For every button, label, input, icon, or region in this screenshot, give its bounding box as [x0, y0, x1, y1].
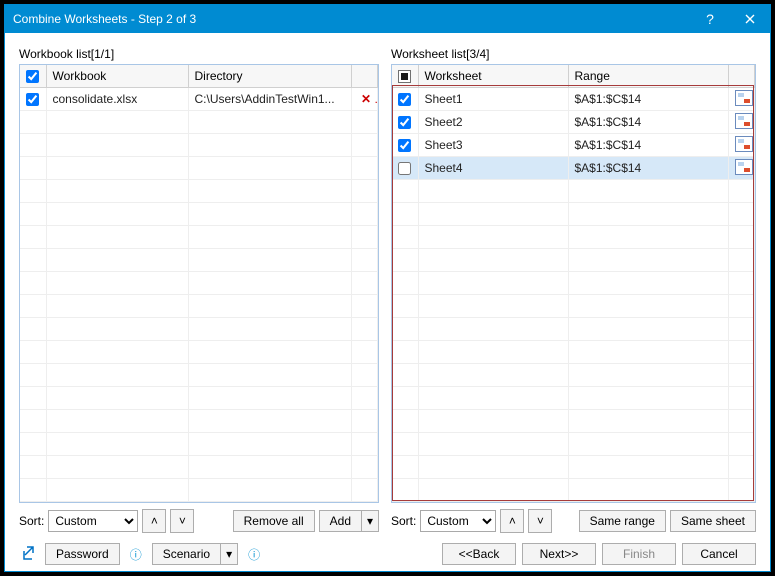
info-icon[interactable]: ⓘ	[244, 546, 264, 563]
remove-row-button[interactable]: ✕	[358, 92, 374, 106]
worksheet-header-check[interactable]	[392, 65, 418, 88]
worksheet-header-name[interactable]: Worksheet	[418, 65, 568, 88]
share-icon[interactable]	[19, 545, 39, 564]
same-range-button[interactable]: Same range	[579, 510, 666, 532]
chevron-down-icon: ˅	[179, 514, 186, 528]
workbook-sort-select[interactable]: Custom	[48, 510, 138, 532]
worksheet-toolbar: Sort: Custom ˄ ˅ Same range Same sheet	[391, 509, 756, 533]
window-title: Combine Worksheets - Step 2 of 3	[5, 12, 690, 26]
range-picker-icon[interactable]	[735, 136, 753, 152]
scenario-dropdown-caret[interactable]: ▾	[220, 543, 238, 565]
workbook-dir-cell: C:\Users\AddinTestWin1...	[188, 88, 352, 111]
table-row[interactable]: Sheet3$A$1:$C$14	[392, 134, 755, 157]
table-row[interactable]: consolidate.xlsxC:\Users\AddinTestWin1..…	[20, 88, 378, 111]
password-button[interactable]: Password	[45, 543, 120, 565]
add-button-group: Add ▾	[319, 510, 379, 532]
add-dropdown-caret[interactable]: ▾	[361, 510, 379, 532]
worksheet-panel: Worksheet list[3/4] Worksheet Range	[391, 47, 756, 533]
worksheet-name-cell: Sheet2	[418, 111, 568, 134]
chevron-up-icon: ˄	[509, 514, 516, 528]
range-picker-icon[interactable]	[735, 113, 753, 129]
caret-down-icon: ▾	[367, 514, 373, 528]
workbook-move-up-button[interactable]: ˄	[142, 509, 166, 533]
row-checkbox[interactable]	[398, 116, 411, 129]
bottom-bar: Password ⓘ Scenario ▾ ⓘ <<Back Next>> Fi…	[19, 533, 756, 576]
cancel-button[interactable]: Cancel	[682, 543, 756, 565]
same-sheet-button[interactable]: Same sheet	[670, 510, 756, 532]
table-row[interactable]: Sheet1$A$1:$C$14	[392, 88, 755, 111]
worksheet-name-cell: Sheet3	[418, 134, 568, 157]
scenario-button-group: Scenario ▾	[152, 543, 238, 565]
worksheet-range-cell: $A$1:$C$14	[568, 111, 729, 134]
dialog-window: Combine Worksheets - Step 2 of 3 ? Workb…	[4, 4, 771, 572]
table-row[interactable]: Sheet4$A$1:$C$14	[392, 157, 755, 180]
worksheet-panel-label: Worksheet list[3/4]	[391, 47, 756, 61]
worksheet-range-cell: $A$1:$C$14	[568, 88, 729, 111]
worksheet-move-down-button[interactable]: ˅	[528, 509, 552, 533]
close-icon	[745, 14, 755, 24]
workbook-sort-label: Sort:	[19, 514, 44, 528]
table-row[interactable]: Sheet2$A$1:$C$14	[392, 111, 755, 134]
range-picker-icon[interactable]	[735, 90, 753, 106]
checkbox-indeterminate-icon	[398, 70, 411, 83]
caret-down-icon: ▾	[226, 547, 232, 561]
chevron-up-icon: ˄	[151, 514, 158, 528]
worksheet-range-cell: $A$1:$C$14	[568, 157, 729, 180]
range-picker-icon[interactable]	[735, 159, 753, 175]
remove-all-button[interactable]: Remove all	[233, 510, 315, 532]
finish-button[interactable]: Finish	[602, 543, 676, 565]
worksheet-sort-select[interactable]: Custom	[420, 510, 496, 532]
next-button[interactable]: Next>>	[522, 543, 596, 565]
worksheet-sort-label: Sort:	[391, 514, 416, 528]
worksheet-range-cell: $A$1:$C$14	[568, 134, 729, 157]
chevron-down-icon: ˅	[537, 514, 544, 528]
worksheet-grid[interactable]: Worksheet Range Sheet1$A$1:$C$14Sheet2$A…	[391, 64, 756, 503]
workbook-grid[interactable]: Workbook Directory consolidate.xlsxC:\Us…	[19, 64, 379, 503]
workbook-name-cell: consolidate.xlsx	[46, 88, 188, 111]
worksheet-name-cell: Sheet1	[418, 88, 568, 111]
worksheet-move-up-button[interactable]: ˄	[500, 509, 524, 533]
row-checkbox[interactable]	[398, 162, 411, 175]
row-checkbox[interactable]	[26, 93, 39, 106]
titlebar: Combine Worksheets - Step 2 of 3 ?	[5, 5, 770, 33]
worksheet-name-cell: Sheet4	[418, 157, 568, 180]
workbook-move-down-button[interactable]: ˅	[170, 509, 194, 533]
workbook-toolbar: Sort: Custom ˄ ˅ Remove all Add ▾	[19, 509, 379, 533]
workbook-header-check[interactable]	[20, 65, 46, 88]
row-checkbox[interactable]	[398, 93, 411, 106]
workbook-header-name[interactable]: Workbook	[46, 65, 188, 88]
worksheet-header-range[interactable]: Range	[568, 65, 729, 88]
back-button[interactable]: <<Back	[442, 543, 516, 565]
add-button[interactable]: Add	[319, 510, 361, 532]
info-icon[interactable]: ⓘ	[126, 546, 146, 563]
workbook-header-dir[interactable]: Directory	[188, 65, 352, 88]
workbook-panel-label: Workbook list[1/1]	[19, 47, 379, 61]
close-button[interactable]	[730, 5, 770, 33]
help-button[interactable]: ?	[690, 5, 730, 33]
workbook-panel: Workbook list[1/1] Workbook Directory	[19, 47, 379, 533]
scenario-button[interactable]: Scenario	[152, 543, 220, 565]
row-checkbox[interactable]	[398, 139, 411, 152]
